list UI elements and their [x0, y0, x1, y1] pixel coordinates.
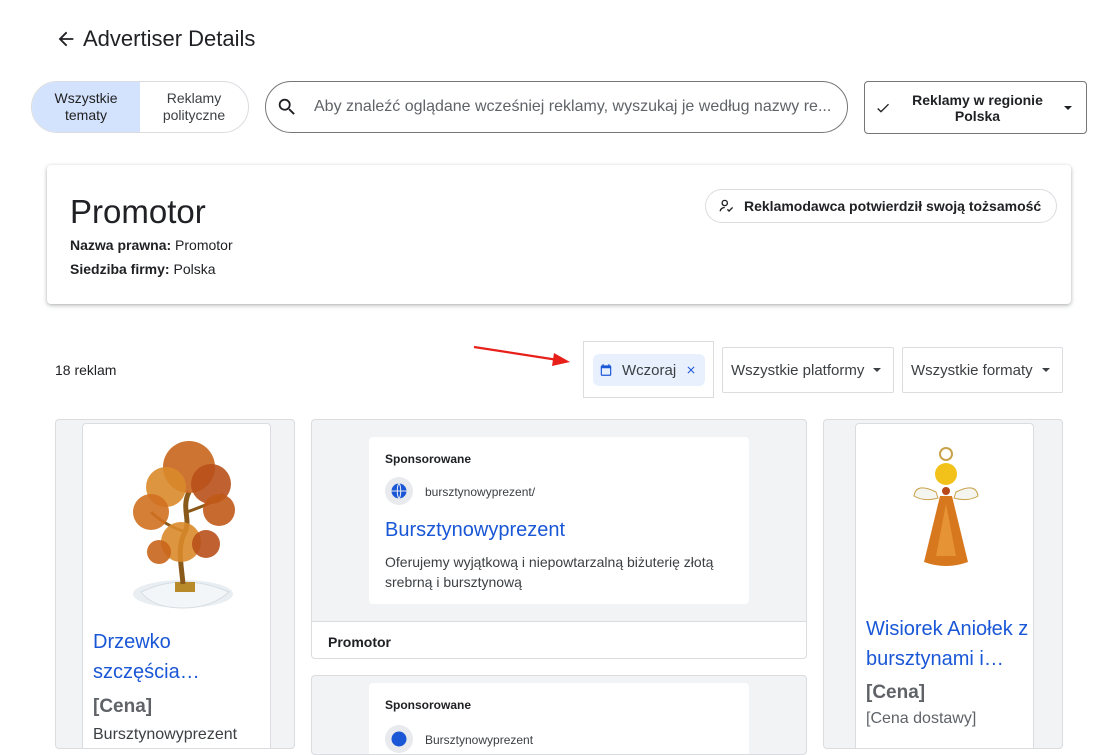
sponsored-label: Sponsorowane	[385, 452, 472, 466]
verified-badge[interactable]: Reklamodawca potwierdził swoją tożsamość	[705, 189, 1058, 223]
verified-label: Reklamodawca potwierdził swoją tożsamość	[744, 198, 1042, 214]
chevron-down-icon	[1064, 105, 1072, 110]
product-title[interactable]: Wisiorek Aniołek z bursztynami i…	[866, 614, 1031, 674]
toggle-political-ads[interactable]: Reklamy polityczne	[140, 82, 248, 132]
back-arrow-icon[interactable]	[55, 28, 77, 50]
chevron-down-icon	[1042, 368, 1050, 372]
globe-icon	[385, 477, 413, 505]
date-filter: Wczoraj	[583, 341, 714, 398]
headquarters-label: Siedziba firmy:	[70, 261, 170, 277]
ad-card-product-2[interactable]: Wisiorek Aniołek z bursztynami i… [Cena]…	[823, 419, 1063, 749]
check-icon	[877, 103, 889, 113]
region-dropdown[interactable]: Reklamy w regionie Polska	[864, 81, 1087, 134]
ad-advertiser-name: Promotor	[328, 634, 391, 650]
platforms-label: Wszystkie platformy	[731, 361, 865, 379]
text-ad-preview: Sponsorowane Bursztynowyprezent	[369, 683, 749, 754]
product-title[interactable]: Drzewko szczęścia…	[93, 627, 263, 687]
chevron-down-icon	[873, 368, 881, 372]
calendar-icon	[600, 364, 612, 376]
ad-domain: Bursztynowyprezent	[425, 733, 534, 747]
product-merchant: Bursztynowyprezent	[93, 726, 238, 743]
advertiser-card: Promotor Nazwa prawna: Promotor Siedziba…	[47, 165, 1071, 304]
ad-card-text-1[interactable]: Sponsorowane bursztynowyprezent/ Burszty…	[311, 419, 807, 659]
text-ad-preview: Sponsorowane bursztynowyprezent/ Burszty…	[369, 437, 749, 604]
toggle-all-topics[interactable]: Wszystkie tematy	[32, 82, 140, 132]
ad-count: 18 reklam	[55, 362, 117, 378]
close-icon[interactable]	[685, 364, 697, 376]
product-price: [Cena]	[93, 696, 153, 717]
search-icon	[278, 98, 295, 115]
ad-card-text-2[interactable]: Sponsorowane Bursztynowyprezent	[311, 675, 807, 755]
region-label: Reklamy w regionie Polska	[912, 91, 1043, 124]
formats-dropdown[interactable]: Wszystkie formaty	[902, 347, 1063, 393]
date-chip[interactable]: Wczoraj	[593, 354, 705, 386]
annotation-arrow-icon	[473, 345, 570, 366]
headquarters-value: Polska	[173, 261, 216, 277]
amber-tree-image	[133, 441, 235, 609]
product-price: [Cena]	[866, 682, 926, 703]
ad-card-product-1[interactable]: Drzewko szczęścia… [Cena] Bursztynowypre…	[55, 419, 295, 749]
ad-headline[interactable]: Bursztynowyprezent	[385, 519, 565, 542]
ad-domain: bursztynowyprezent/	[425, 485, 536, 499]
sponsored-label: Sponsorowane	[385, 698, 472, 712]
platforms-dropdown[interactable]: Wszystkie platformy	[722, 347, 894, 393]
ad-footer: Promotor	[312, 621, 806, 658]
ad-description: Oferujemy wyjątkową i niepowtarzalną biż…	[385, 554, 714, 590]
headquarters-row: Siedziba firmy: Polska	[70, 261, 216, 277]
date-chip-label: Wczoraj	[622, 361, 677, 379]
formats-label: Wszystkie formaty	[911, 361, 1033, 379]
legal-name-label: Nazwa prawna:	[70, 237, 172, 253]
advertiser-name: Promotor	[70, 193, 206, 230]
verified-person-icon	[719, 199, 734, 212]
globe-icon	[385, 725, 413, 753]
product-card: Wisiorek Aniołek z bursztynami i… [Cena]…	[855, 423, 1034, 748]
search-bar	[265, 81, 848, 133]
topic-toggle: Wszystkie tematy Reklamy polityczne	[31, 81, 249, 133]
page-title: Advertiser Details	[83, 26, 256, 51]
legal-name-value: Promotor	[175, 237, 233, 253]
product-card: Drzewko szczęścia… [Cena] Bursztynowypre…	[82, 423, 271, 748]
legal-name-row: Nazwa prawna: Promotor	[70, 237, 233, 253]
search-input[interactable]	[314, 98, 834, 116]
product-shipping: [Cena dostawy]	[866, 710, 977, 727]
amber-angel-image	[913, 447, 979, 566]
